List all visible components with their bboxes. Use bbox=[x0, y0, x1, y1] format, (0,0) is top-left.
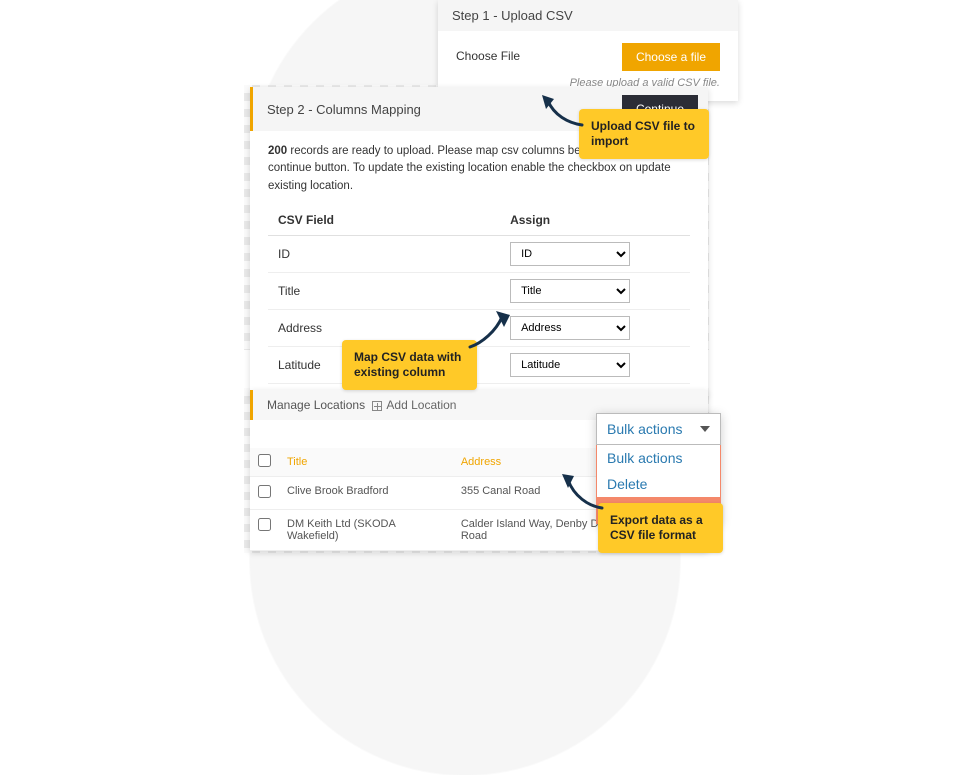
plus-icon bbox=[372, 401, 382, 411]
callout-export: Export data as a CSV file format bbox=[598, 503, 723, 553]
map-row: Address Address bbox=[268, 309, 690, 346]
choose-file-label: Choose File bbox=[456, 43, 520, 63]
head-assign: Assign bbox=[500, 205, 690, 236]
choose-file-button[interactable]: Choose a file bbox=[622, 43, 720, 71]
step1-panel: Step 1 - Upload CSV Choose File Choose a… bbox=[438, 0, 738, 101]
chevron-down-icon bbox=[700, 426, 710, 432]
select-all-checkbox[interactable] bbox=[258, 454, 271, 467]
callout-upload: Upload CSV file to import bbox=[579, 109, 709, 159]
head-csv-field: CSV Field bbox=[268, 205, 500, 236]
callout-map: Map CSV data with existing column bbox=[342, 340, 477, 390]
assign-select-latitude[interactable]: Latitude bbox=[510, 353, 630, 377]
assign-select-address[interactable]: Address bbox=[510, 316, 630, 340]
bulk-option-header[interactable]: Bulk actions bbox=[597, 445, 720, 471]
assign-select-title[interactable]: Title bbox=[510, 279, 630, 303]
assign-select-id[interactable]: ID bbox=[510, 242, 630, 266]
step1-title: Step 1 - Upload CSV bbox=[438, 0, 738, 31]
records-count: 200 bbox=[268, 145, 287, 157]
row-checkbox[interactable] bbox=[258, 485, 271, 498]
map-row: ID ID bbox=[268, 235, 690, 272]
bulk-option-delete[interactable]: Delete bbox=[597, 471, 720, 497]
manage-title: Manage Locations bbox=[267, 398, 365, 412]
bulk-actions-toggle[interactable]: Bulk actions bbox=[596, 413, 721, 445]
row-checkbox[interactable] bbox=[258, 518, 271, 531]
col-title[interactable]: Title bbox=[279, 448, 453, 477]
step2-title: Step 2 - Columns Mapping bbox=[267, 102, 421, 117]
map-row: Latitude Latitude bbox=[268, 346, 690, 383]
map-row: Title Title bbox=[268, 272, 690, 309]
add-location-link[interactable]: Add Location bbox=[386, 398, 456, 412]
